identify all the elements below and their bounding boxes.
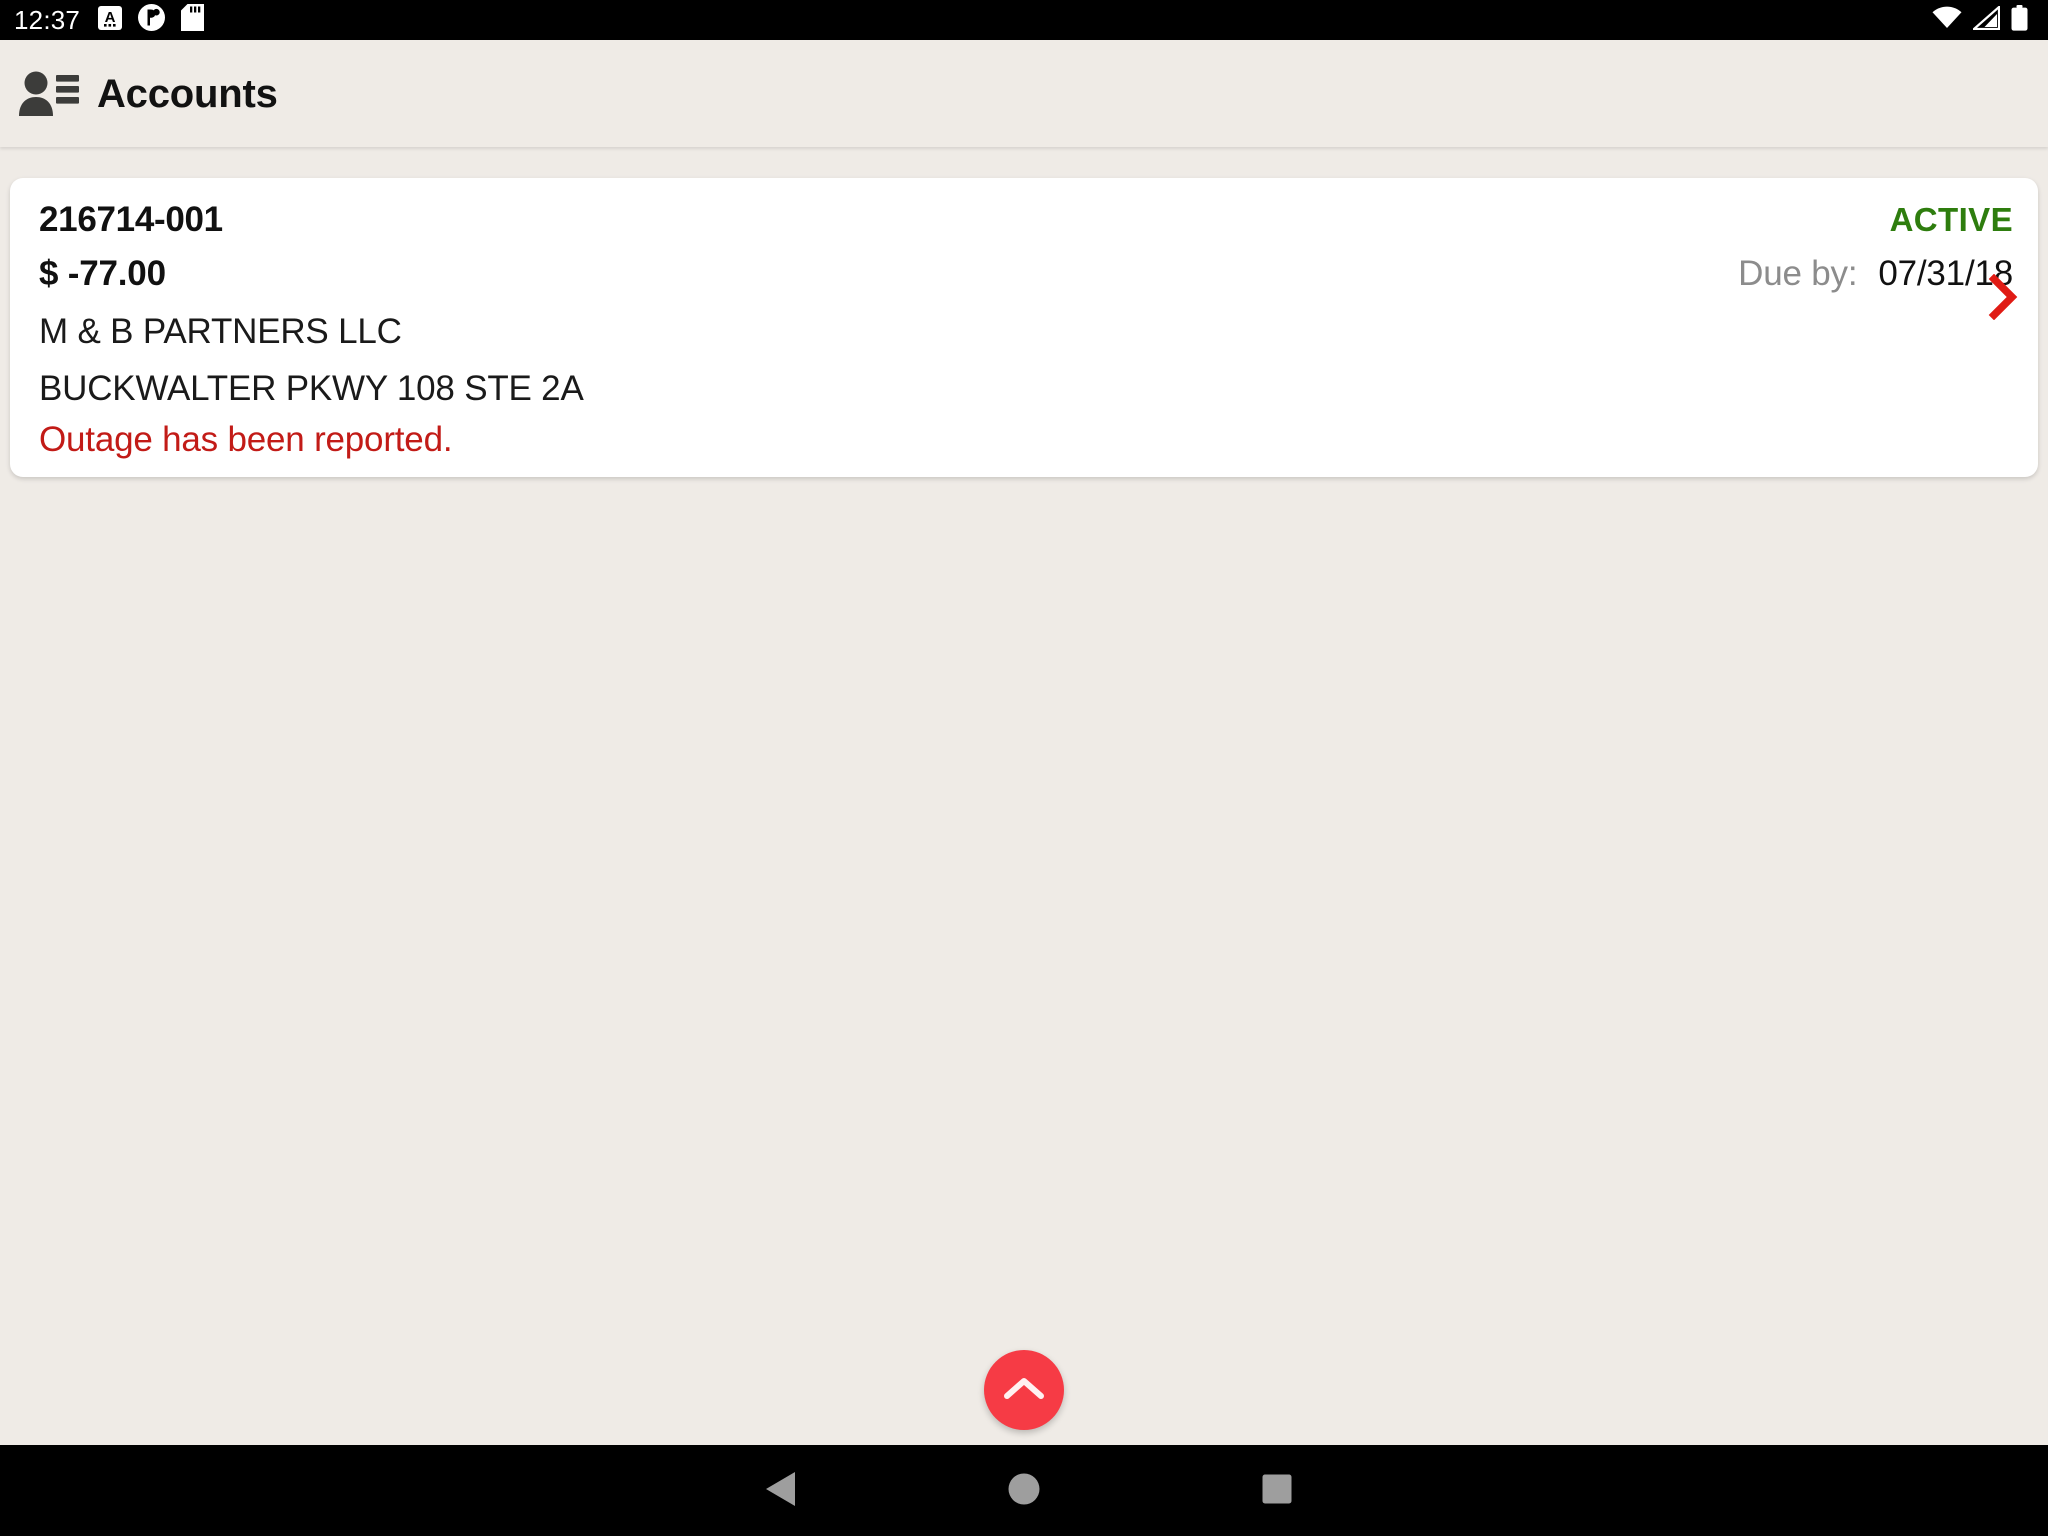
status-bar: 12:37 A — [0, 0, 2048, 40]
app-badge-icon — [138, 4, 166, 36]
chevron-up-icon — [1003, 1374, 1045, 1407]
account-service-address: BUCKWALTER PKWY 108 STE 2A — [39, 369, 584, 408]
status-badge: ACTIVE — [1889, 201, 2013, 238]
back-triangle-icon — [763, 1470, 797, 1511]
scroll-to-top-button[interactable] — [984, 1350, 1064, 1430]
due-date-block: Due by: 07/31/18 — [1738, 254, 2013, 294]
account-card[interactable]: 216714-001 ACTIVE $ -77.00 Due by: 07/31… — [10, 178, 2038, 477]
account-number: 216714-001 — [39, 200, 223, 239]
home-circle-icon — [1007, 1472, 1041, 1509]
android-screen: 12:37 A Accounts 216714-001 ACTIVE $ -77… — [0, 0, 2048, 1536]
svg-text:A: A — [105, 9, 116, 26]
status-bar-right — [1932, 4, 2034, 36]
chevron-right-icon[interactable] — [1986, 273, 2020, 321]
nav-back-button[interactable] — [735, 1445, 825, 1536]
app-header: Accounts — [0, 40, 2048, 147]
account-holder-name: M & B PARTNERS LLC — [39, 312, 402, 351]
due-date-label: Due by: — [1738, 254, 1858, 293]
page-title: Accounts — [97, 71, 278, 116]
nav-home-button[interactable] — [979, 1445, 1069, 1536]
account-balance: $ -77.00 — [39, 254, 166, 293]
recents-square-icon — [1261, 1473, 1293, 1508]
nav-recents-button[interactable] — [1232, 1445, 1322, 1536]
status-bar-left: 12:37 A — [14, 4, 205, 36]
wifi-icon — [1932, 6, 1962, 35]
keyboard-input-icon: A — [98, 5, 123, 36]
status-notification-icons: A — [98, 4, 205, 36]
outage-alert-text: Outage has been reported. — [39, 420, 453, 459]
accounts-icon — [18, 70, 80, 118]
accounts-list: 216714-001 ACTIVE $ -77.00 Due by: 07/31… — [0, 147, 2048, 1445]
sd-card-icon — [181, 4, 205, 36]
cellular-signal-icon — [1971, 4, 2001, 35]
status-clock: 12:37 — [14, 5, 81, 35]
android-navigation-bar — [0, 1445, 2048, 1536]
battery-icon — [2011, 4, 2028, 36]
